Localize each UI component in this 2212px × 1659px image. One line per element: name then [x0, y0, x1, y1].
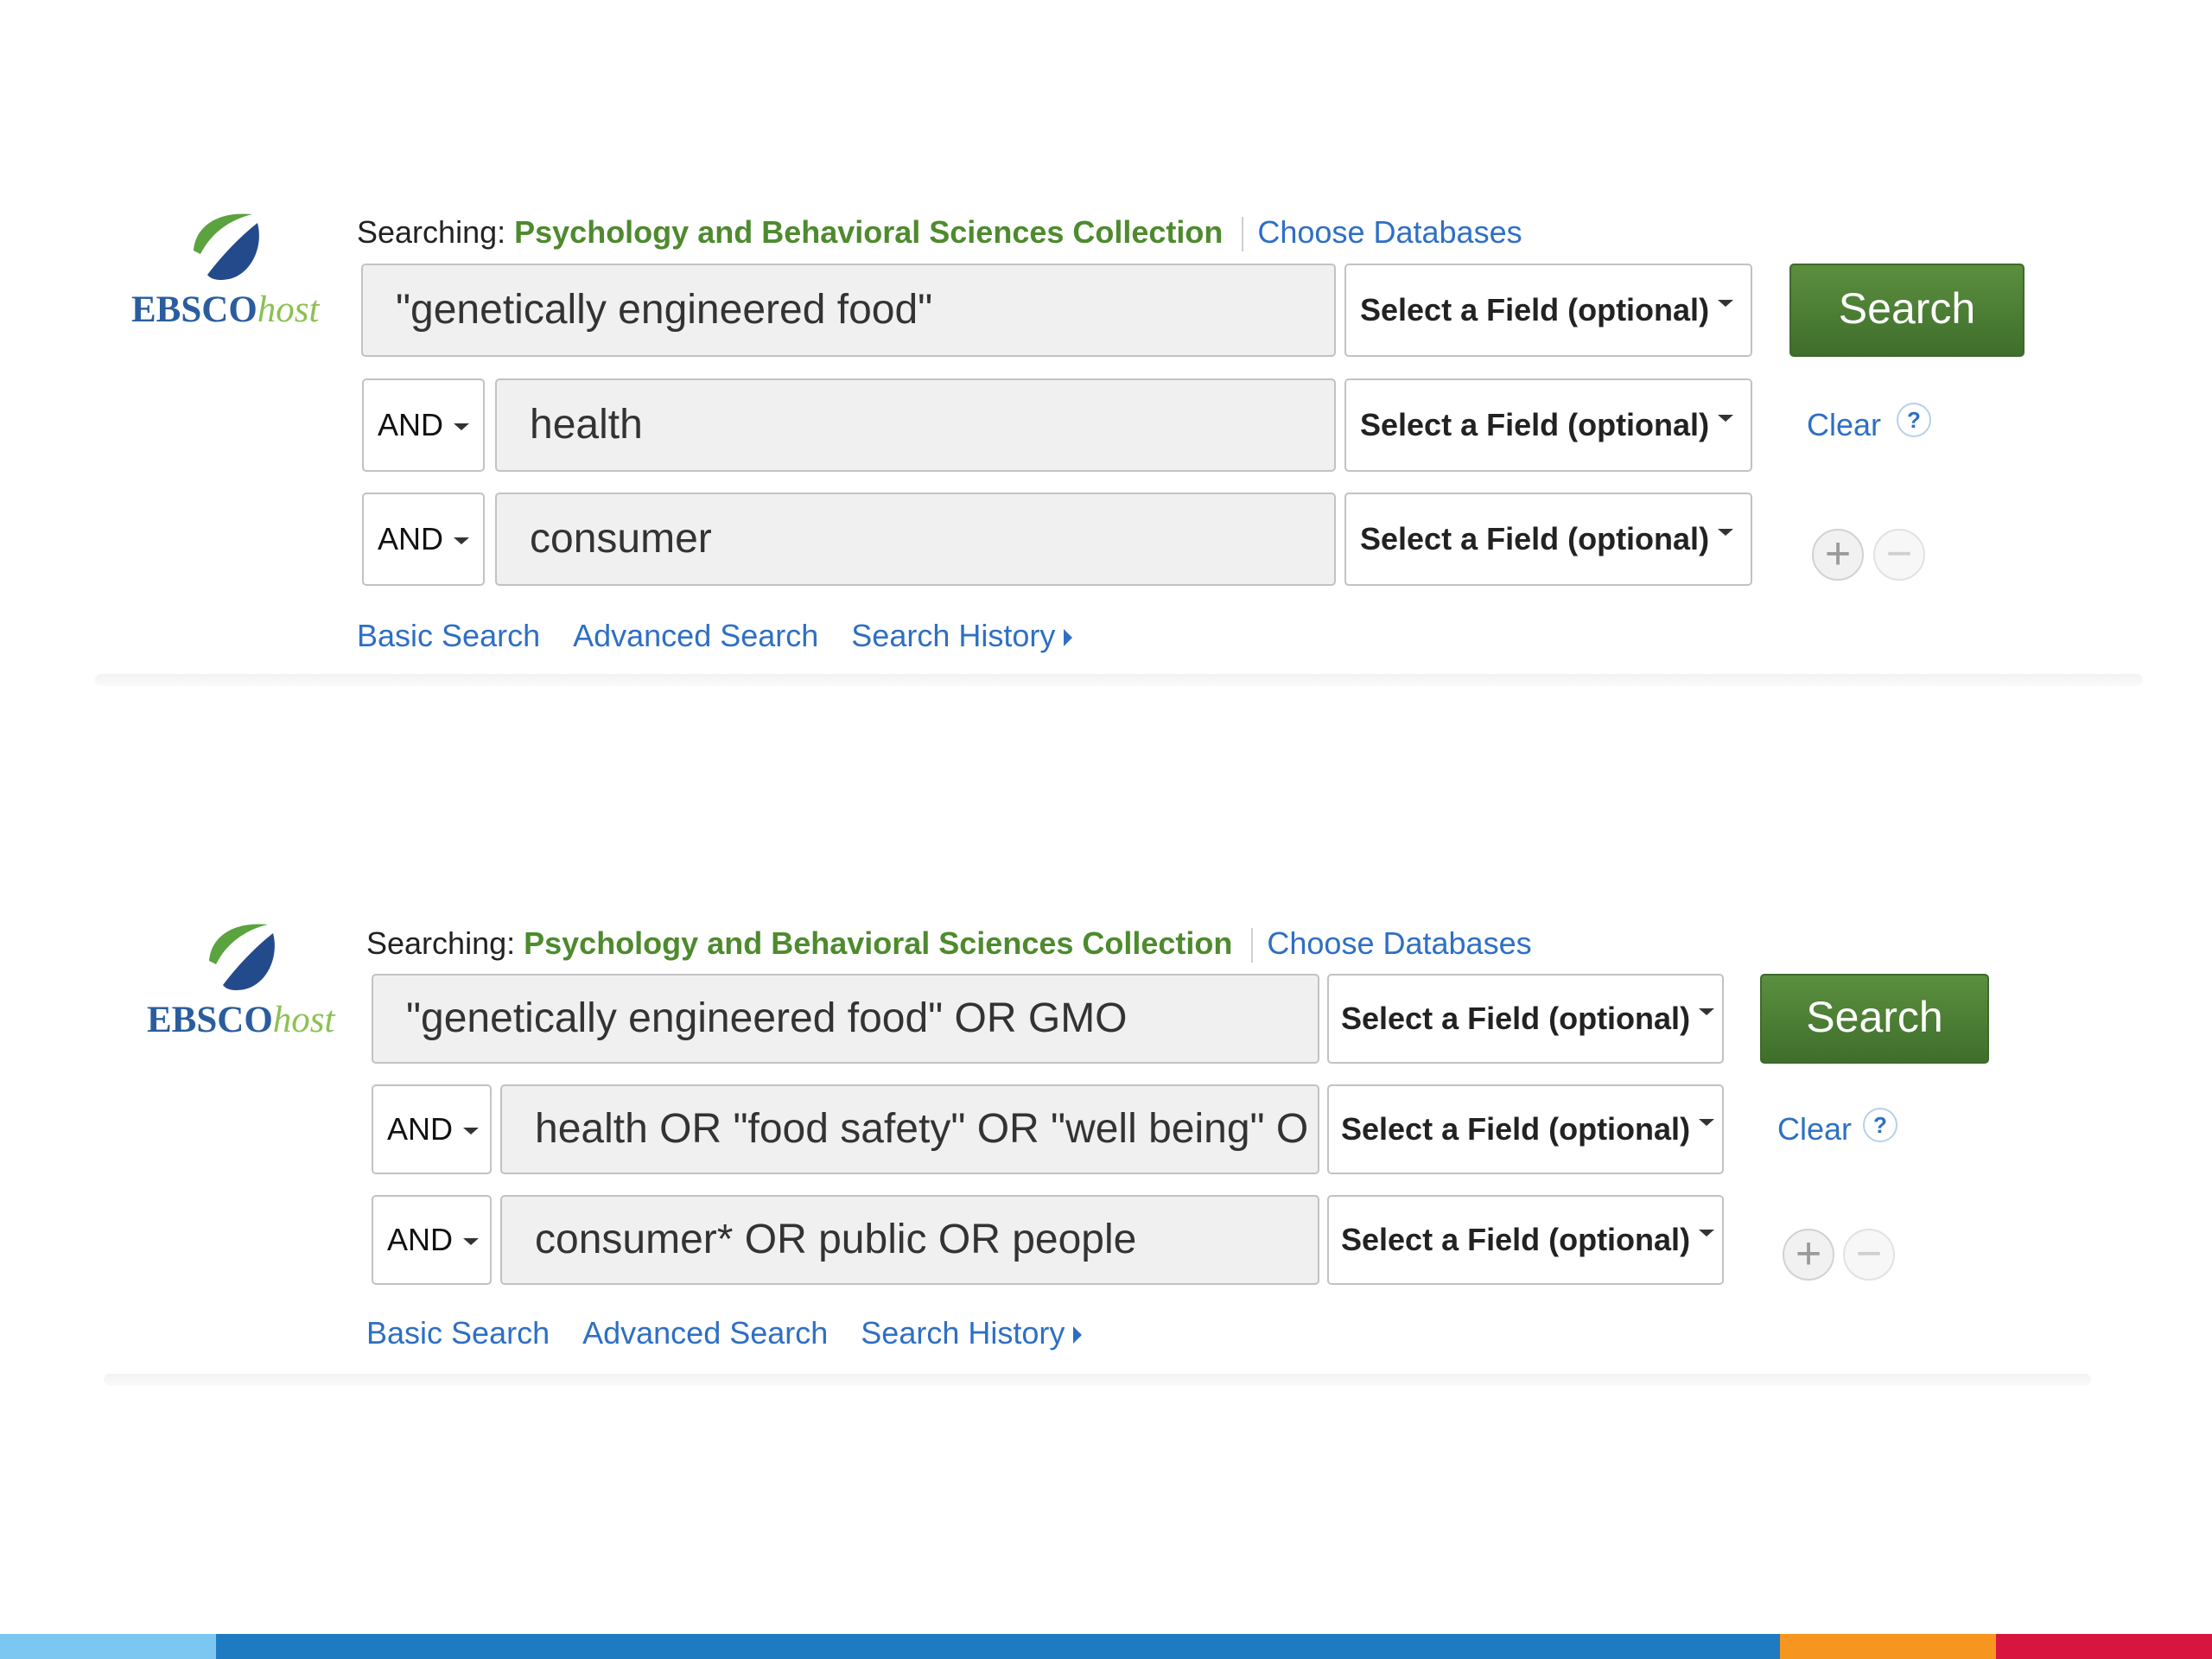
choose-databases-link[interactable]: Choose Databases [1267, 925, 1531, 961]
searching-line: Searching: Psychology and Behavioral Sci… [357, 212, 1522, 253]
triangle-right-icon [1073, 1326, 1083, 1344]
dropdown-caret-icon [454, 423, 470, 431]
help-icon[interactable]: ? [1897, 403, 1931, 437]
logo-wordmark: EBSCOhost [147, 1000, 335, 1040]
add-row-icon[interactable]: + [1812, 529, 1864, 581]
searching-label: Searching: [357, 214, 506, 250]
field-select-row-1[interactable]: Select a Field (optional) [1327, 974, 1724, 1064]
field-select-label: Select a Field (optional) [1341, 1222, 1691, 1257]
dropdown-caret-icon [1699, 1008, 1715, 1016]
dropdown-caret-icon [463, 1238, 480, 1246]
search-input-row-2[interactable]: health OR "food safety" OR "well being" … [500, 1084, 1319, 1174]
operator-label: AND [387, 1222, 454, 1257]
ebsco-swoosh-icon [209, 924, 275, 990]
operator-select-row-2[interactable]: AND [362, 378, 485, 472]
clear-link[interactable]: Clear [1777, 1109, 1852, 1150]
search-input-row-2[interactable]: health [495, 378, 1336, 472]
search-panel-1: EBSCOhost Searching: Psychology and Beha… [0, 0, 2212, 691]
advanced-search-link[interactable]: Advanced Search [573, 618, 818, 653]
field-select-label: Select a Field (optional) [1360, 521, 1710, 556]
field-select-label: Select a Field (optional) [1341, 1001, 1691, 1036]
panel-shadow [95, 674, 2143, 686]
collection-name: Psychology and Behavioral Sciences Colle… [524, 925, 1233, 961]
search-history-link[interactable]: Search History [851, 618, 1073, 653]
collection-name: Psychology and Behavioral Sciences Colle… [514, 214, 1224, 250]
triangle-right-icon [1064, 629, 1073, 647]
basic-search-link[interactable]: Basic Search [366, 1315, 550, 1351]
searching-line: Searching: Psychology and Behavioral Sci… [366, 923, 1532, 964]
field-select-row-3[interactable]: Select a Field (optional) [1344, 493, 1752, 586]
field-select-label: Select a Field (optional) [1341, 1111, 1691, 1147]
operator-select-row-3[interactable]: AND [372, 1195, 492, 1285]
dropdown-caret-icon [1718, 529, 1734, 537]
field-select-row-2[interactable]: Select a Field (optional) [1327, 1084, 1724, 1174]
operator-label: AND [387, 1111, 454, 1147]
searching-label: Searching: [366, 925, 516, 961]
field-select-label: Select a Field (optional) [1360, 407, 1710, 442]
divider [1251, 928, 1254, 963]
search-history-link[interactable]: Search History [861, 1315, 1083, 1351]
bottom-color-bar [0, 1634, 2212, 1659]
field-select-row-3[interactable]: Select a Field (optional) [1327, 1195, 1724, 1285]
dropdown-caret-icon [463, 1128, 480, 1135]
bar-segment-orange [1780, 1634, 1996, 1659]
ebsco-swoosh-icon [194, 213, 259, 280]
search-input-row-1[interactable]: "genetically engineered food" [361, 264, 1336, 357]
search-input-row-1[interactable]: "genetically engineered food" OR GMO [372, 974, 1319, 1064]
field-select-row-2[interactable]: Select a Field (optional) [1344, 378, 1752, 472]
search-input-row-3[interactable]: consumer* OR public OR people [500, 1195, 1319, 1285]
dropdown-caret-icon [1699, 1230, 1715, 1237]
search-history-label: Search History [861, 1315, 1065, 1351]
logo-wordmark: EBSCOhost [131, 289, 320, 330]
dropdown-caret-icon [1718, 300, 1734, 308]
basic-search-link[interactable]: Basic Search [357, 618, 540, 653]
search-button[interactable]: Search [1789, 264, 2024, 357]
operator-select-row-2[interactable]: AND [372, 1084, 492, 1174]
remove-row-icon[interactable]: − [1873, 529, 1925, 581]
advanced-search-link[interactable]: Advanced Search [582, 1315, 828, 1351]
clear-link[interactable]: Clear [1807, 404, 1881, 446]
dropdown-caret-icon [1699, 1119, 1715, 1127]
search-history-label: Search History [851, 618, 1056, 653]
add-row-icon[interactable]: + [1783, 1229, 1834, 1281]
search-panel-2: EBSCOhost Searching: Psychology and Beha… [0, 709, 2212, 1400]
dropdown-caret-icon [454, 537, 470, 545]
dropdown-caret-icon [1718, 415, 1734, 423]
help-icon[interactable]: ? [1863, 1108, 1897, 1142]
operator-select-row-3[interactable]: AND [362, 493, 485, 586]
field-select-row-1[interactable]: Select a Field (optional) [1344, 264, 1752, 357]
search-button[interactable]: Search [1760, 974, 1989, 1064]
choose-databases-link[interactable]: Choose Databases [1257, 214, 1522, 250]
bar-segment-light-blue [0, 1634, 216, 1659]
search-input-row-3[interactable]: consumer [495, 493, 1336, 586]
operator-label: AND [378, 407, 444, 442]
bar-segment-red [1996, 1634, 2212, 1659]
remove-row-icon[interactable]: − [1843, 1229, 1895, 1281]
divider [1242, 217, 1244, 252]
panel-shadow [104, 1374, 2091, 1386]
field-select-label: Select a Field (optional) [1360, 292, 1710, 327]
search-mode-links: Basic Search Advanced Search Search Histor… [366, 1313, 1083, 1354]
operator-label: AND [378, 521, 444, 556]
bar-segment-blue [216, 1634, 1780, 1659]
search-mode-links: Basic Search Advanced Search Search Histor… [357, 615, 1073, 657]
